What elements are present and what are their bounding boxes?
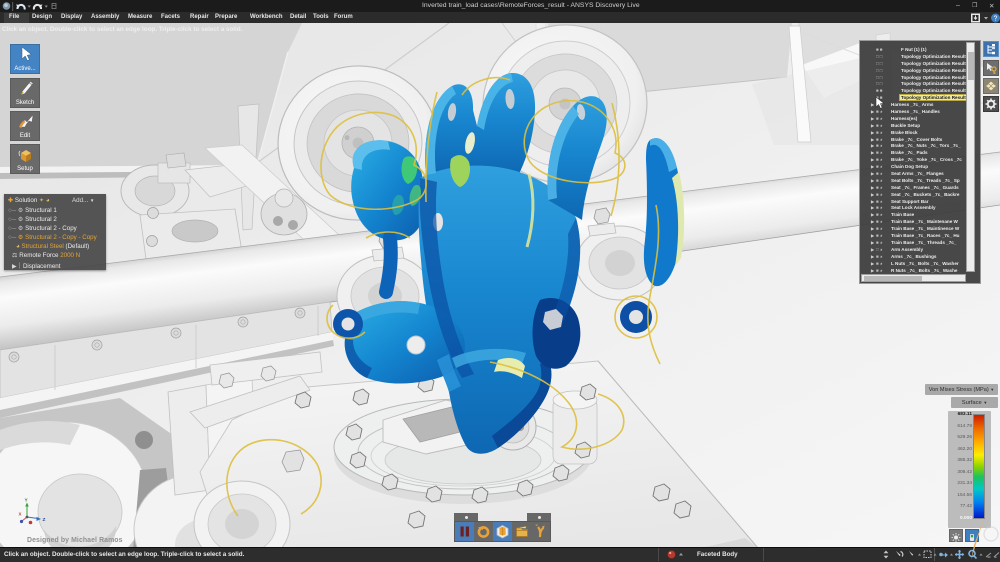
svg-text:Designed by Michael Ramos: Designed by Michael Ramos (27, 537, 123, 544)
svg-text:Z: Z (43, 517, 46, 523)
svg-text:Click an object. Double-click: Click an object. Double-click to select … (2, 26, 243, 33)
svg-text:X: X (19, 512, 22, 517)
svg-text:?: ? (994, 16, 998, 23)
